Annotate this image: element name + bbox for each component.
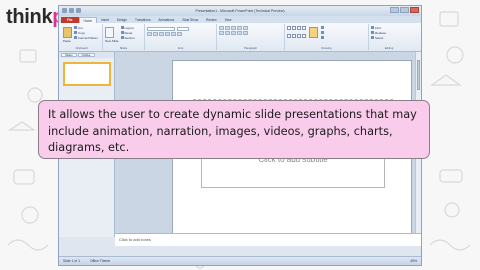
paragraph-row-1 xyxy=(219,26,282,30)
align-right-icon[interactable] xyxy=(231,31,236,35)
select-icon xyxy=(371,36,374,39)
shapes-gallery[interactable] xyxy=(287,26,306,40)
effects-icon xyxy=(321,36,324,39)
tab-file[interactable]: File xyxy=(61,17,79,23)
slide-counter: Slide 1 of 1 xyxy=(63,259,80,263)
cut-icon xyxy=(74,26,77,29)
replace-icon xyxy=(371,31,374,34)
tab-view[interactable]: View xyxy=(221,17,236,23)
align-left-icon[interactable] xyxy=(219,31,224,35)
caption-callout: It allows the user to create dynamic sli… xyxy=(38,100,430,159)
slides-group: New Slide Layout Reset Section Slides xyxy=(103,24,145,50)
editing-group: Find Replace Select Editing xyxy=(369,24,409,50)
font-group-label: Font xyxy=(177,46,184,50)
clipboard-group-label: Clipboard xyxy=(75,46,88,50)
paragraph-group-label: Paragraph xyxy=(243,46,258,50)
paste-button[interactable]: Paste xyxy=(63,38,72,43)
align-center-icon[interactable] xyxy=(225,31,230,35)
tab-design[interactable]: Design xyxy=(113,17,131,23)
layout-label: Layout xyxy=(124,25,134,30)
font-format-row xyxy=(147,32,214,36)
title-bar: Presentation1 - Microsoft PowerPoint (Te… xyxy=(59,6,421,16)
theme-name: Office Theme xyxy=(89,259,111,263)
outline-icon xyxy=(321,31,324,34)
tab-home[interactable]: Home xyxy=(78,17,98,23)
cut-label: Cut xyxy=(78,25,83,30)
bold-icon[interactable] xyxy=(147,32,152,36)
find-icon xyxy=(371,26,374,29)
shadow-icon[interactable] xyxy=(171,32,176,36)
minimize-button[interactable] xyxy=(390,7,399,13)
tab-slides-pane[interactable]: Slides xyxy=(61,53,77,57)
format-painter-button[interactable]: Format Painter xyxy=(74,35,98,40)
notes-pane[interactable]: Click to add notes xyxy=(115,233,421,246)
logo-think: think xyxy=(6,6,53,28)
indent-increase-icon[interactable] xyxy=(237,26,242,30)
pane-tabs: Slides Outline xyxy=(59,52,114,58)
section-label: Section xyxy=(124,35,135,40)
select-label: Select xyxy=(375,35,384,40)
zoom-level[interactable]: 49% xyxy=(410,259,417,263)
font-size-combo[interactable] xyxy=(177,27,189,31)
paragraph-group: Paragraph xyxy=(217,24,285,50)
paste-icon[interactable] xyxy=(63,27,72,38)
format-painter-label: Format Painter xyxy=(78,35,98,40)
brush-icon xyxy=(74,36,77,39)
tab-animations[interactable]: Animations xyxy=(154,17,178,23)
slides-group-label: Slides xyxy=(119,46,128,50)
copy-label: Copy xyxy=(78,30,86,35)
font-name-combo[interactable] xyxy=(147,27,175,31)
replace-label: Replace xyxy=(375,30,387,35)
arrange-icon[interactable] xyxy=(309,27,318,38)
tab-slide-show[interactable]: Slide Show xyxy=(178,17,202,23)
maximize-button[interactable] xyxy=(400,7,409,13)
font-group: Font xyxy=(145,24,217,50)
reset-icon xyxy=(120,31,124,34)
find-label: Find xyxy=(375,25,381,30)
drawing-group: Drawing xyxy=(285,24,369,50)
slide-thumbnail-1[interactable] xyxy=(63,62,111,86)
indent-decrease-icon[interactable] xyxy=(231,26,236,30)
status-bar: Slide 1 of 1 Office Theme 49% xyxy=(59,256,421,265)
paragraph-row-2 xyxy=(219,31,282,35)
font-color-icon[interactable] xyxy=(177,32,182,36)
select-button[interactable]: Select xyxy=(371,35,407,40)
shape-effects-button[interactable] xyxy=(321,35,324,40)
italic-icon[interactable] xyxy=(153,32,158,36)
window-title: Presentation1 - Microsoft PowerPoint (Te… xyxy=(195,9,285,13)
new-slide-icon[interactable] xyxy=(105,27,114,38)
drawing-group-label: Drawing xyxy=(321,46,332,50)
tab-review[interactable]: Review xyxy=(202,17,220,23)
window-controls xyxy=(390,7,419,13)
layout-icon xyxy=(120,26,124,29)
clipboard-group: Paste Cut Copy Format Painter Clipboard xyxy=(61,24,103,50)
reset-label: Reset xyxy=(124,30,133,35)
fill-icon xyxy=(321,26,324,29)
ribbon-tabs: File Home Insert Design Transitions Anim… xyxy=(59,16,421,23)
justify-icon[interactable] xyxy=(237,31,242,35)
underline-icon[interactable] xyxy=(159,32,164,36)
columns-icon[interactable] xyxy=(243,31,248,35)
section-icon xyxy=(120,36,124,39)
close-button[interactable] xyxy=(410,7,419,13)
scrollbar-thumb[interactable] xyxy=(417,60,420,90)
tab-outline-pane[interactable]: Outline xyxy=(77,53,95,57)
strikethrough-icon[interactable] xyxy=(165,32,170,36)
copy-icon xyxy=(74,31,77,34)
numbering-icon[interactable] xyxy=(225,26,230,30)
tab-insert[interactable]: Insert xyxy=(97,17,113,23)
new-slide-button[interactable]: New Slide xyxy=(105,38,119,43)
ribbon: Paste Cut Copy Format Painter Clipboard … xyxy=(59,23,421,52)
editing-group-label: Editing xyxy=(384,46,394,50)
section-button[interactable]: Section xyxy=(120,35,135,40)
bullets-icon[interactable] xyxy=(219,26,224,30)
line-spacing-icon[interactable] xyxy=(243,26,248,30)
tab-transitions[interactable]: Transitions xyxy=(131,17,154,23)
